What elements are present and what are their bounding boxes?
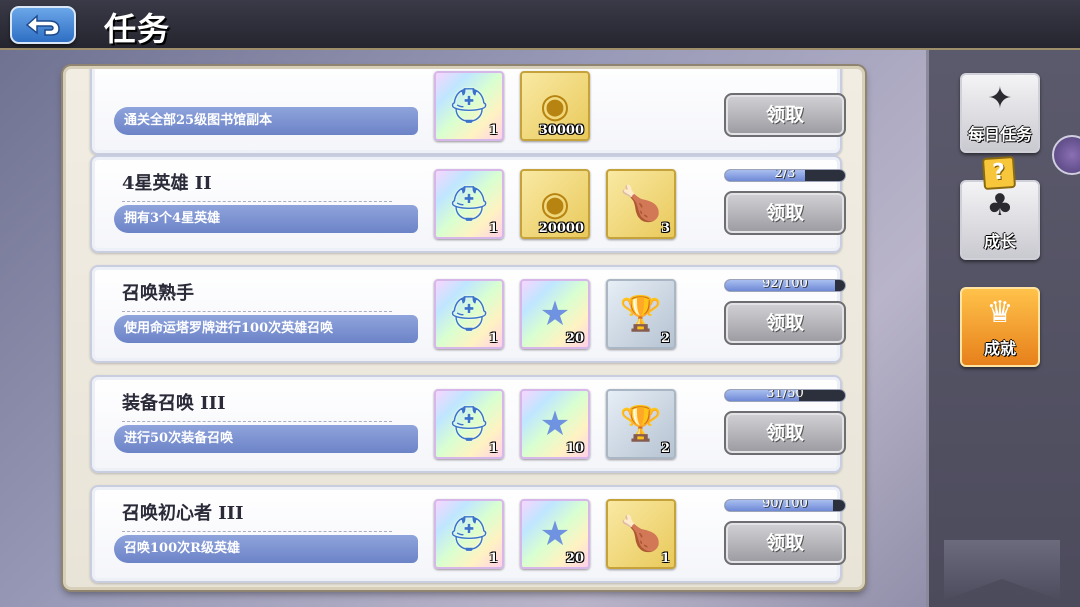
progress-text: 90/100 <box>762 499 808 511</box>
task-item: 召唤熟手 使用命运塔罗牌进行100次英雄召唤 ⛑ 1 ★ 20 🏆 2 92/1… <box>90 265 846 363</box>
task-item: 4星英雄 II 拥有3个4星英雄 ⛑ 1 ◉ 20000 🍗 3 2/3 领取 <box>90 155 846 253</box>
task-item: 召唤初心者 III 召唤100次R级英雄 ⛑ 1 ★ 20 🍗 1 90/100… <box>90 485 846 583</box>
reward-count: 20000 <box>538 221 584 236</box>
silver-card-icon: 🏆 <box>619 404 663 444</box>
task-description: 召唤100次R级英雄 <box>114 535 418 563</box>
roast-chicken-icon: 🍗 <box>619 514 663 554</box>
reward-slot[interactable]: ★ 10 <box>520 389 590 459</box>
reward-slot[interactable]: 🏆 2 <box>606 389 676 459</box>
silver-card-icon: 🏆 <box>619 294 663 334</box>
task-title: 装备召唤 III <box>122 389 392 422</box>
reward-count: 20 <box>565 331 584 346</box>
crystal-star-icon: ★ <box>539 294 571 334</box>
reward-count: 3 <box>660 221 670 236</box>
gold-coin-icon: ◉ <box>540 184 570 224</box>
task-description: 进行50次装备召唤 <box>114 425 418 453</box>
reward-count: 2 <box>660 441 670 456</box>
task-title: 4星英雄 II <box>122 169 392 202</box>
crystal-star-icon: ★ <box>539 404 571 444</box>
reward-slot[interactable]: 🍗 1 <box>606 499 676 569</box>
back-arrow-icon <box>25 14 60 36</box>
roast-chicken-icon: 🍗 <box>619 184 663 224</box>
reward-slot[interactable]: ⛑ 1 <box>434 279 504 349</box>
helmet-icon: ⛑ <box>447 404 491 444</box>
progress-text: 31/50 <box>766 389 804 401</box>
reward-slot[interactable]: ★ 20 <box>520 499 590 569</box>
growth-icon: ♣ <box>986 188 1014 223</box>
progress-bar: 31/50 <box>724 389 846 402</box>
reward-slot[interactable]: ⛑ 1 <box>434 499 504 569</box>
task-title <box>122 71 392 77</box>
reward-slot[interactable]: ★ 20 <box>520 279 590 349</box>
reward-count: 1 <box>488 331 498 346</box>
tab-label: 成就 <box>983 339 1016 358</box>
gold-coin-icon: ◉ <box>540 86 570 126</box>
helmet-icon: ⛑ <box>447 294 491 334</box>
reward-slot[interactable]: ⛑ 1 <box>434 389 504 459</box>
reward-slot[interactable]: 🏆 2 <box>606 279 676 349</box>
task-item: 通关全部25级图书馆副本 ⛑ 1 ◉ 30000 领取 <box>90 69 846 155</box>
task-title: 召唤熟手 <box>122 279 392 312</box>
reward-count: 1 <box>488 441 498 456</box>
reward-slot[interactable]: ⛑ 1 <box>434 71 504 141</box>
progress-text: 2/3 <box>774 169 796 181</box>
reward-count: 1 <box>660 551 670 566</box>
task-panel: 通关全部25级图书馆副本 ⛑ 1 ◉ 30000 领取 4星英雄 II 拥有3个… <box>63 66 865 590</box>
helmet-icon: ⛑ <box>447 184 491 224</box>
claim-button[interactable]: 领取 <box>724 93 846 137</box>
tab-achievements[interactable]: ♛ 成就 <box>960 287 1040 367</box>
reward-count: 20 <box>565 551 584 566</box>
tab-label: 成长 <box>983 232 1016 251</box>
claim-button[interactable]: 领取 <box>724 191 846 235</box>
tab-label: 每日任务 <box>967 125 1032 144</box>
task-description: 使用命运塔罗牌进行100次英雄召唤 <box>114 315 418 343</box>
reward-count: 30000 <box>538 123 584 138</box>
task-description: 拥有3个4星英雄 <box>114 205 418 233</box>
claim-button[interactable]: 领取 <box>724 411 846 455</box>
helmet-icon: ⛑ <box>447 86 491 126</box>
reward-slot[interactable]: ◉ 20000 <box>520 169 590 239</box>
page-title: 任务 <box>104 10 171 48</box>
daily-quest-icon: ✦ <box>987 81 1013 116</box>
claim-button[interactable]: 领取 <box>724 301 846 345</box>
question-badge: ? <box>981 155 1017 191</box>
crystal-star-icon: ★ <box>539 514 571 554</box>
reward-slot[interactable]: ◉ 30000 <box>520 71 590 141</box>
reward-count: 10 <box>565 441 584 456</box>
helmet-icon: ⛑ <box>447 514 491 554</box>
top-bar: 任务 <box>0 0 1080 50</box>
reward-slot[interactable]: ⛑ 1 <box>434 169 504 239</box>
progress-bar: 2/3 <box>724 169 846 182</box>
reward-count: 2 <box>660 331 670 346</box>
reward-count: 1 <box>488 221 498 236</box>
progress-bar: 90/100 <box>724 499 846 512</box>
task-item: 装备召唤 III 进行50次装备召唤 ⛑ 1 ★ 10 🏆 2 31/50 领取 <box>90 375 846 473</box>
progress-text: 92/100 <box>762 279 808 291</box>
reward-count: 1 <box>488 123 498 138</box>
progress-bar: 92/100 <box>724 279 846 292</box>
task-description: 通关全部25级图书馆副本 <box>114 107 418 135</box>
claim-button[interactable]: 领取 <box>724 521 846 565</box>
task-title: 召唤初心者 III <box>122 499 392 532</box>
tab-growth[interactable]: ♣ 成长 <box>960 180 1040 260</box>
achievement-icon: ♛ <box>986 295 1014 330</box>
tab-daily-quests[interactable]: ✦ 每日任务 <box>960 73 1040 153</box>
back-button[interactable] <box>10 6 76 44</box>
reward-slot[interactable]: 🍗 3 <box>606 169 676 239</box>
reward-count: 1 <box>488 551 498 566</box>
